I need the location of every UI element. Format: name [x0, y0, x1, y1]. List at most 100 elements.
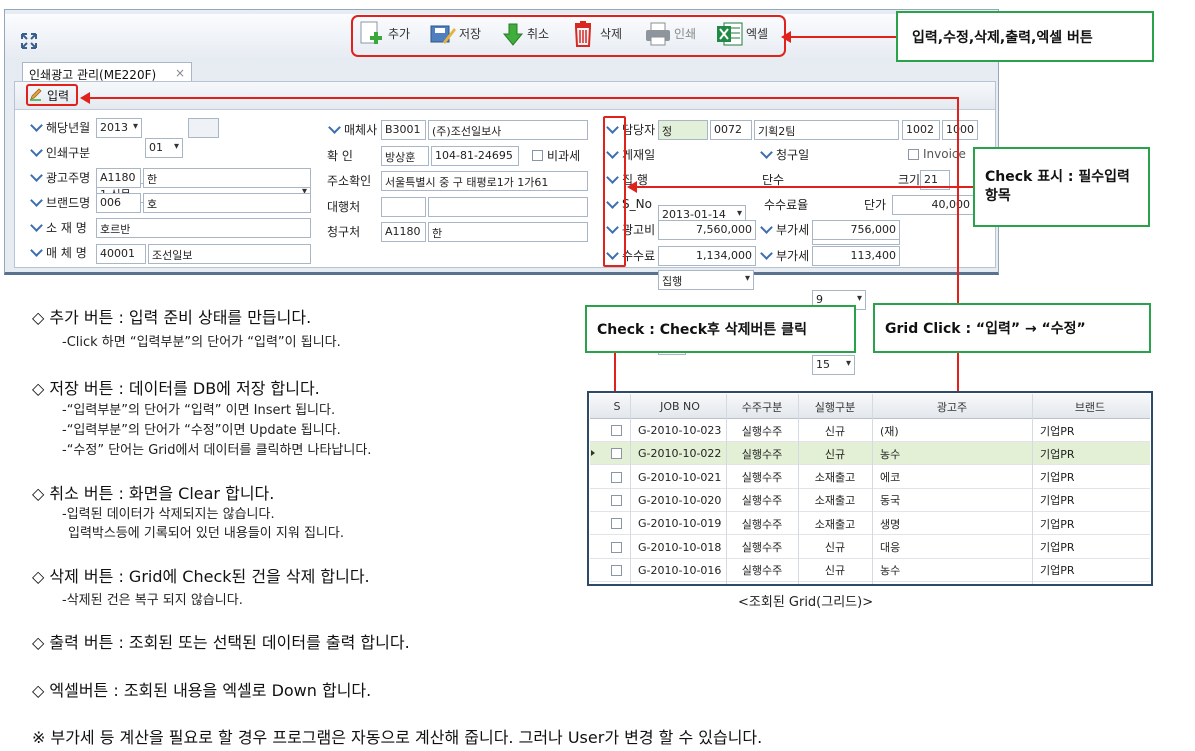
team-field[interactable]: 기획2팀	[754, 120, 899, 140]
grid-cell[interactable]: 기업PR	[1034, 536, 1148, 559]
grid-cell[interactable]: 신규	[800, 536, 870, 559]
grid-header-brand[interactable]: 브랜드	[1032, 394, 1148, 419]
grid-cell[interactable]: 기업PR	[1034, 466, 1148, 489]
grid-header-exec-type[interactable]: 실행구분	[800, 394, 870, 419]
grid-cell[interactable]: G-2010-10-018	[632, 536, 728, 559]
grid-cell[interactable]: G-2010-10-019	[632, 512, 728, 535]
grid-cell[interactable]: G-2010-10-016	[632, 559, 728, 582]
month-select[interactable]: 01	[145, 138, 183, 158]
manager-field[interactable]: 정	[658, 120, 708, 140]
code2-field[interactable]: 1000	[942, 120, 978, 140]
vat-exempt-checkbox[interactable]: 비과세	[532, 145, 580, 165]
grid-cell[interactable]: 소재출고	[800, 466, 870, 489]
grid-cell[interactable]: 기업PR	[1034, 489, 1148, 512]
advertiser-name-field[interactable]: 한	[143, 168, 311, 188]
row-checkbox[interactable]	[611, 518, 622, 530]
year-label: 해당년월	[30, 117, 90, 137]
grid-column-divider	[798, 394, 799, 584]
grid-cell[interactable]: 농수	[874, 442, 1032, 465]
grid-cell[interactable]: 실행수주	[728, 489, 796, 512]
business-number-field[interactable]: 104-81-24695	[431, 146, 519, 166]
callout-grid-click-text: Grid Click : “입력” → “수정”	[885, 321, 1086, 337]
grid-cell[interactable]: 기업PR	[1034, 512, 1148, 535]
grid-cell[interactable]: 신규	[800, 442, 870, 465]
vat2-field[interactable]: 113,400	[812, 246, 900, 266]
grid-cell[interactable]: 실행수주	[728, 559, 796, 582]
expand-icon[interactable]	[20, 32, 38, 50]
grid-cell[interactable]: 실행수주	[728, 536, 796, 559]
callout-check-delete-text: Check : Check후 삭제버튼 클릭	[597, 322, 807, 338]
unit-price-field[interactable]: 40,000	[892, 195, 974, 215]
advertiser-code-field[interactable]: A1180	[96, 168, 141, 188]
arrow-buttons-line	[790, 36, 896, 38]
grid-column-divider	[630, 394, 631, 584]
arrow-mode-vertical	[957, 97, 959, 303]
agency-code-field[interactable]	[381, 197, 426, 217]
grid-cell[interactable]: 신규	[800, 559, 870, 582]
media-name-field[interactable]: 조선일보	[148, 244, 311, 264]
callout-check-required-text: Check 표시 : 필수입력항목	[985, 169, 1130, 204]
billing-label: 청구처	[327, 224, 361, 239]
media-code-field[interactable]: 40001	[96, 244, 146, 264]
grid-cell[interactable]: 기업PR	[1034, 442, 1148, 465]
grid-cell[interactable]: G-2010-10-022	[632, 442, 728, 465]
address-field[interactable]: 서울특별시 중 구 태평로1가 1가61	[381, 171, 588, 191]
grid-cell[interactable]: 실행수주	[728, 512, 796, 535]
manager-code-field[interactable]: 0072	[710, 120, 752, 140]
grid-cell[interactable]: 생명	[874, 512, 1032, 535]
grid-cell[interactable]: 농수	[874, 559, 1032, 582]
row-checkbox[interactable]	[611, 541, 622, 553]
row-checkbox[interactable]	[611, 564, 622, 576]
media-company-label: 매체사	[328, 119, 377, 139]
grid-cell[interactable]: 동국	[874, 489, 1032, 512]
vat1-field[interactable]: 756,000	[812, 220, 900, 240]
execution-select[interactable]: 집행	[658, 270, 754, 290]
confirm-name-field[interactable]: 방상훈	[381, 146, 429, 166]
grid-cell[interactable]: 소재출고	[800, 489, 870, 512]
desc-print-title: ◇ 출력 버튼 : 조회된 또는 선택된 데이터를 출력 합니다.	[32, 633, 410, 652]
grid-cell[interactable]: (재)	[874, 419, 1032, 442]
grid-header-jobno[interactable]: JOB NO	[632, 394, 728, 419]
fee-field[interactable]: 1,134,000	[658, 246, 756, 266]
media-company-name-field[interactable]: (주)조선일보사	[428, 120, 588, 140]
tab-close-icon[interactable]: ×	[175, 66, 185, 80]
desc-save-title: ◇ 저장 버튼 : 데이터를 DB에 저장 합니다.	[32, 379, 320, 398]
material-field[interactable]: 호르반	[96, 218, 311, 238]
row-checkbox[interactable]	[611, 425, 622, 436]
agency-name-field[interactable]	[428, 197, 588, 217]
fee-rate-select[interactable]: 15	[812, 355, 855, 375]
grid-cell[interactable]: 실행수주	[728, 466, 796, 489]
row-checkbox[interactable]	[611, 471, 622, 483]
grid-header-order-type[interactable]: 수주구분	[728, 394, 796, 419]
grid-cell[interactable]: G-2010-10-020	[632, 489, 728, 512]
grid-cell[interactable]: 에코	[874, 466, 1032, 489]
brand-name-field[interactable]: 호	[143, 193, 311, 213]
desc-save-2: -“입력부분”의 단어가 “수정”이면 Update 됩니다.	[62, 423, 341, 438]
desc-delete-title: ◇ 삭제 버튼 : Grid에 Check된 건을 삭제 합니다.	[32, 567, 370, 586]
grid-cell[interactable]: 소재출고	[800, 512, 870, 535]
row-checkbox[interactable]	[611, 494, 622, 506]
billing-name-field[interactable]: 한	[428, 222, 588, 242]
code1-field[interactable]: 1002	[902, 120, 940, 140]
grid-cell[interactable]: 기업PR	[1034, 559, 1148, 582]
grid-cell[interactable]: 실행수주	[728, 419, 796, 442]
grid-cell[interactable]: 기업PR	[1034, 419, 1148, 442]
row-checkbox[interactable]	[611, 448, 622, 460]
grid-cell[interactable]: G-2010-10-023	[632, 419, 728, 442]
grid-cell[interactable]: G-2010-10-021	[632, 466, 728, 489]
vat-exempt-box[interactable]	[532, 149, 543, 161]
grid-header-advertiser[interactable]: 광고주	[872, 394, 1032, 419]
desc-delete-1: -삭제된 건은 복구 되지 않습니다.	[62, 593, 243, 608]
billing-code-field[interactable]: A1180	[381, 222, 426, 242]
grid-header-check[interactable]: S	[604, 394, 630, 419]
media-company-code-field[interactable]: B3001	[381, 120, 426, 140]
grid-cell[interactable]: 신규	[800, 419, 870, 442]
tab-print-ad-management[interactable]: 인쇄광고 관리(ME220F) ×	[22, 62, 192, 82]
ad-cost-field[interactable]: 7,560,000	[658, 220, 756, 240]
year-select[interactable]: 2013	[96, 118, 142, 138]
grid-cell[interactable]: 실행수주	[728, 442, 796, 465]
grid-cell[interactable]: 대응	[874, 536, 1032, 559]
brand-code-field[interactable]: 006	[96, 193, 141, 213]
year-extra-field[interactable]	[188, 118, 219, 138]
invoice-box[interactable]	[908, 148, 919, 160]
